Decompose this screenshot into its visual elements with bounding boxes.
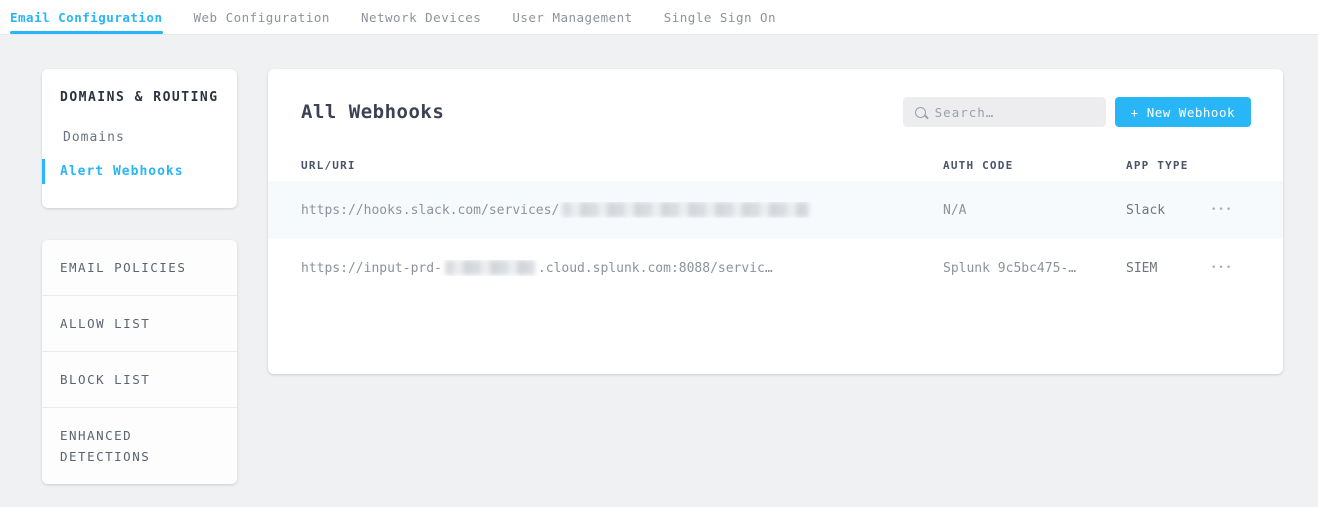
column-header-app-type: APP TYPE (1126, 159, 1203, 172)
tab-email-configuration[interactable]: Email Configuration (10, 0, 163, 34)
search-box[interactable] (903, 97, 1106, 127)
sidebar-sections-card: EMAIL POLICIES ALLOW LIST BLOCK LIST ENH… (42, 240, 237, 484)
table-row: https://input-prd- .cloud.splunk.com:8088… (268, 239, 1283, 297)
column-header-url-uri: URL/URI (301, 159, 943, 172)
new-webhook-button[interactable]: + New Webhook (1115, 97, 1251, 127)
redacted-url-segment (445, 260, 535, 275)
table-row: https://hooks.slack.com/services/ N/A Sl… (268, 181, 1283, 239)
tab-network-devices[interactable]: Network Devices (361, 0, 481, 34)
search-icon (915, 107, 926, 118)
auth-code-cell: Splunk 9c5bc475-… (943, 261, 1126, 276)
tab-web-configuration[interactable]: Web Configuration (194, 0, 330, 34)
search-input[interactable] (935, 105, 1094, 120)
top-nav: Email Configuration Web Configuration Ne… (0, 0, 1318, 35)
webhook-url-prefix: https://hooks.slack.com/services/ (301, 203, 559, 218)
row-menu-icon[interactable]: ••• (1203, 205, 1263, 215)
panel-header: All Webhooks + New Webhook (268, 69, 1283, 149)
sidebar-item-block-list[interactable]: BLOCK LIST (42, 352, 237, 408)
sidebar: DOMAINS & ROUTING Domains Alert Webhooks… (42, 69, 237, 484)
auth-code-cell: N/A (943, 203, 1126, 218)
tab-single-sign-on[interactable]: Single Sign On (664, 0, 776, 34)
webhook-url-prefix: https://input-prd- (301, 261, 442, 276)
table-header-row: URL/URI AUTH CODE APP TYPE (268, 149, 1283, 181)
domains-routing-card: DOMAINS & ROUTING Domains Alert Webhooks (42, 69, 237, 208)
sidebar-item-domains[interactable]: Domains (42, 125, 237, 150)
all-webhooks-panel: All Webhooks + New Webhook URL/URI AUTH … (268, 69, 1283, 374)
row-menu-icon[interactable]: ••• (1203, 263, 1263, 273)
webhook-url-suffix: .cloud.splunk.com:8088/servic… (538, 261, 773, 276)
app-type-cell: SIEM (1126, 261, 1203, 276)
domains-routing-heading: DOMAINS & ROUTING (42, 90, 237, 105)
sidebar-item-enhanced-detections[interactable]: ENHANCED DETECTIONS (42, 408, 237, 484)
sidebar-item-alert-webhooks[interactable]: Alert Webhooks (42, 159, 237, 184)
sidebar-item-allow-list[interactable]: ALLOW LIST (42, 296, 237, 352)
page-body: DOMAINS & ROUTING Domains Alert Webhooks… (0, 35, 1318, 484)
sidebar-item-email-policies[interactable]: EMAIL POLICIES (42, 240, 237, 296)
app-type-cell: Slack (1126, 203, 1203, 218)
webhook-url-cell: https://input-prd- .cloud.splunk.com:8088… (301, 260, 943, 276)
webhook-url-cell: https://hooks.slack.com/services/ (301, 202, 943, 218)
page-title: All Webhooks (301, 101, 444, 123)
redacted-url-segment (562, 202, 809, 217)
tab-user-management[interactable]: User Management (512, 0, 632, 34)
column-header-auth-code: AUTH CODE (943, 159, 1126, 172)
